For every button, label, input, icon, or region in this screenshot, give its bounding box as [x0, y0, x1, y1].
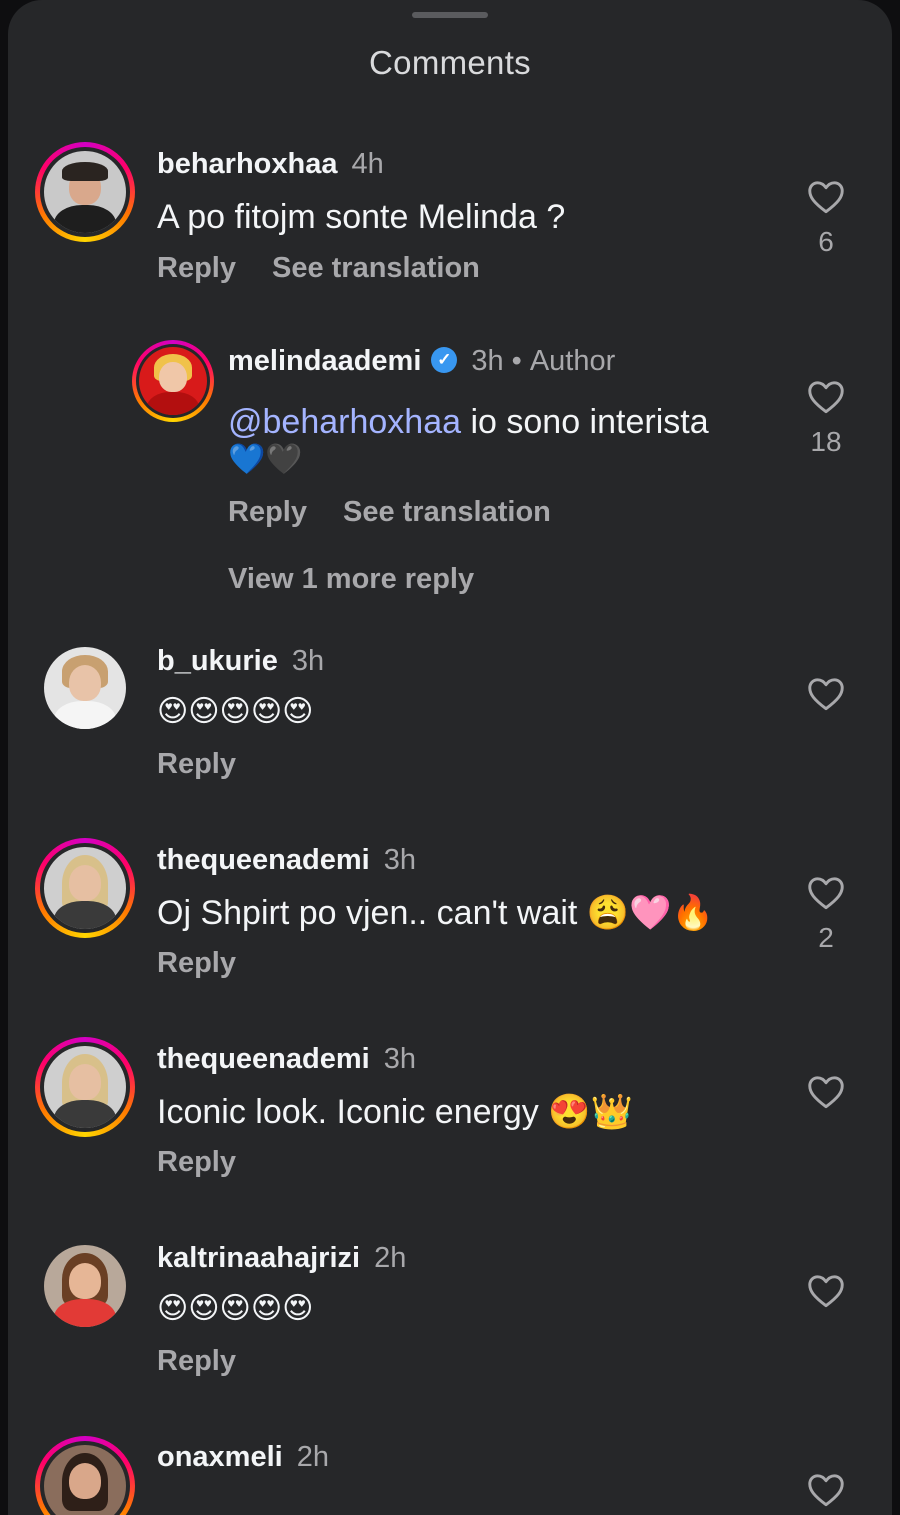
verified-badge-icon: ✓	[431, 347, 458, 374]
comment-username[interactable]: thequeenademi	[157, 1043, 370, 1075]
like-count: 6	[818, 226, 834, 257]
comment-time: 3h	[383, 844, 416, 876]
comments-sheet: Comments beharhoxhaa 4h A po fitojm sonte…	[8, 0, 892, 1515]
like-button[interactable]: 18	[804, 380, 848, 458]
heart-outline-icon	[808, 877, 844, 910]
comment-username[interactable]: kaltrinaahajrizi	[157, 1242, 360, 1274]
comment-username[interactable]: beharhoxhaa	[157, 148, 338, 180]
comment-username[interactable]: thequeenademi	[157, 844, 370, 876]
comment-time: 4h	[351, 148, 384, 180]
drag-handle[interactable]	[412, 12, 488, 18]
author-label: Author	[529, 345, 616, 377]
comment-text: 😍😍😍😍😍	[157, 1291, 314, 1326]
heart-outline-icon	[808, 1275, 844, 1308]
blonde-avatar[interactable]	[44, 1046, 126, 1128]
like-button[interactable]	[804, 1274, 848, 1308]
reply-button[interactable]: Reply	[157, 1146, 236, 1178]
like-button[interactable]: 6	[804, 180, 848, 258]
like-count: 18	[810, 426, 842, 457]
like-button[interactable]	[804, 677, 848, 711]
heart-outline-icon	[808, 181, 844, 214]
reply-button[interactable]: Reply	[228, 496, 307, 528]
comment-time: 3h	[291, 645, 325, 677]
comment-text: A po fitojm sonte Melinda ?	[157, 198, 566, 236]
red-dress-avatar[interactable]	[44, 1245, 126, 1327]
comment-username[interactable]: onaxmeli	[157, 1441, 283, 1473]
comment-time: 2h	[296, 1441, 329, 1473]
like-count: 2	[818, 922, 834, 953]
comment-text: @beharhoxhaa io sono interista	[228, 403, 709, 441]
comment-text: 😍😍😍😍😍	[157, 694, 314, 729]
reply-button[interactable]: Reply	[157, 748, 236, 780]
blonde-avatar[interactable]	[44, 847, 126, 929]
red-avatar[interactable]	[139, 347, 207, 415]
heart-outline-icon	[808, 381, 844, 414]
sheet-title: Comments	[369, 44, 531, 81]
like-button[interactable]	[804, 1075, 848, 1109]
comment-username[interactable]: melindaademi	[228, 345, 421, 377]
reply-button[interactable]: Reply	[157, 252, 236, 284]
reply-button[interactable]: Reply	[157, 1345, 236, 1377]
man-avatar[interactable]	[44, 151, 126, 233]
white-avatar[interactable]	[44, 647, 126, 729]
like-button[interactable]	[804, 1473, 848, 1507]
reply-button[interactable]: Reply	[157, 947, 236, 979]
see-translation-button[interactable]: See translation	[343, 496, 551, 528]
heart-outline-icon	[808, 1474, 844, 1507]
see-translation-button[interactable]: See translation	[272, 252, 480, 284]
comment-time: 3h	[383, 1043, 416, 1075]
comment-username[interactable]: b_ukurie	[157, 645, 278, 677]
heart-outline-icon	[808, 1076, 844, 1109]
heart-outline-icon	[808, 678, 844, 711]
comment-text: Oj Shpirt po vjen.. can't wait 😩🩷🔥	[157, 894, 714, 932]
comment-text: Iconic look. Iconic energy 😍👑	[157, 1093, 633, 1131]
mention-link[interactable]: @beharhoxhaa	[228, 403, 461, 441]
view-more-replies-button[interactable]: View 1 more reply	[228, 563, 474, 596]
comment-time: 3h	[471, 345, 504, 377]
emoji-line: 💙🖤	[228, 442, 303, 477]
comment-time: 2h	[374, 1242, 407, 1274]
like-button[interactable]: 2	[804, 876, 848, 954]
